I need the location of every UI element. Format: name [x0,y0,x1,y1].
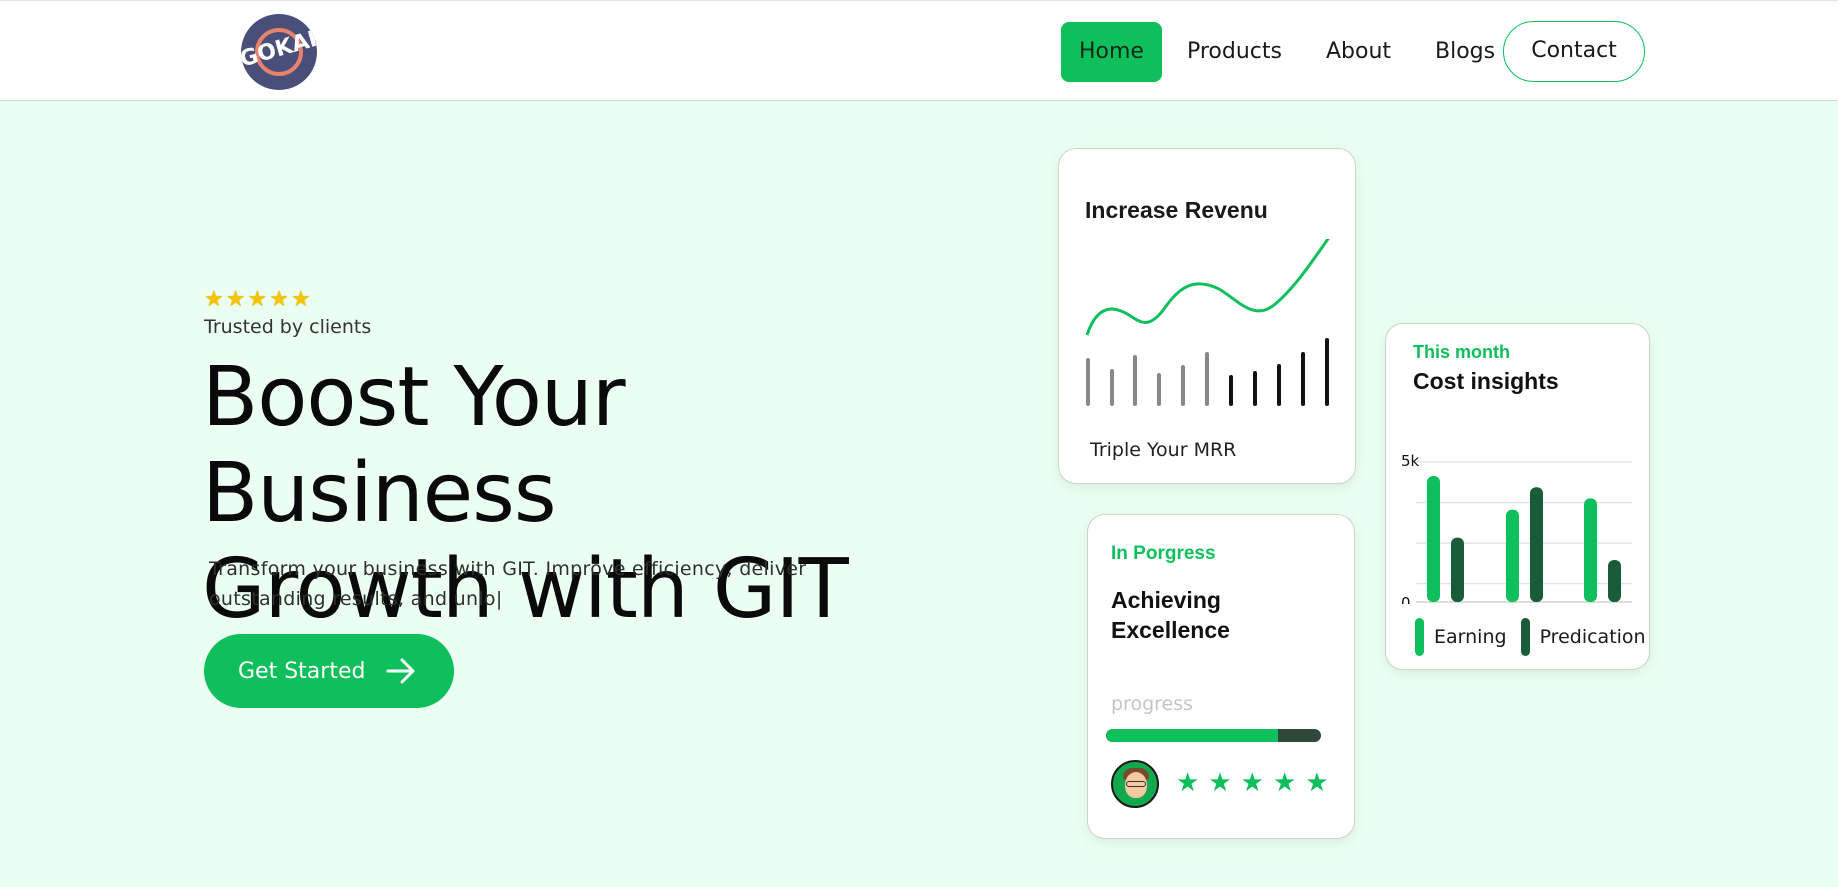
cost-card-title: Cost insights [1413,368,1559,394]
revenue-sparkline [1085,239,1330,406]
star-icon: ★ [1305,767,1329,797]
star-icon: ★ [269,286,289,311]
bar-earning-3 [1584,498,1597,602]
progress-card-eyebrow: In Porgress [1111,543,1216,564]
cost-bar-chart: 5k 0 [1401,452,1632,604]
progress-bar-fill [1106,729,1278,742]
bar-predication-1 [1451,537,1464,602]
contact-button[interactable]: Contact [1503,21,1645,82]
star-icon: ★ [1272,767,1297,797]
progress-label: progress [1111,693,1194,715]
legend-swatch-earning [1415,618,1424,656]
get-started-label: Get Started [238,658,366,684]
legend-predication: Predication [1520,618,1646,656]
progress-stars: ★ ★ ★ ★ ★ [1176,767,1329,797]
progress-card-title: Achieving Excellence [1111,587,1230,643]
nav-menu: Home Products About Blogs [1061,21,1513,82]
legend-earning: Earning [1415,618,1507,656]
progress-bar [1106,729,1321,742]
top-navbar: GOKAP Home Products About Blogs Contact [0,0,1838,101]
revenue-card-subtitle: Triple Your MRR [1090,439,1237,461]
nav-about[interactable]: About [1308,22,1409,82]
revenue-bars [1086,338,1329,406]
get-started-button[interactable]: Get Started [204,634,454,708]
revenue-card: Increase Revenu Triple Your MRR [1058,148,1356,484]
chart-legend: Earning Predication [1415,618,1660,656]
star-icon: ★ [204,286,224,311]
star-icon: ★ [247,286,268,311]
bar-predication-3 [1608,560,1621,602]
revenue-card-title: Increase Revenu [1085,197,1268,223]
chart-bars [1427,476,1621,602]
logo[interactable]: GOKAP [241,14,317,90]
legend-earning-label: Earning [1434,626,1507,648]
bar-predication-2 [1530,487,1543,602]
progress-card: In Porgress Achieving Excellence progres… [1087,514,1355,839]
bar-earning-1 [1427,476,1440,602]
nav-products[interactable]: Products [1169,22,1300,82]
nav-home[interactable]: Home [1061,21,1162,82]
y-axis-bottom-label: 0 [1401,594,1411,604]
hero-subtitle: Transform your business with GIT. Improv… [209,558,807,610]
bar-earning-2 [1506,509,1519,602]
star-icon: ★ [225,286,246,311]
avatar [1111,760,1159,808]
arrow-right-icon [386,658,415,684]
hero-title-line1: Boost Your Business [202,350,626,541]
legend-predication-label: Predication [1539,626,1646,648]
cost-insights-card: This month Cost insights 5k 0 Earning Pr… [1385,323,1650,670]
star-icon: ★ [1208,767,1232,797]
avatar-glasses [1126,781,1146,787]
y-axis-top-label: 5k [1401,452,1420,470]
cost-card-eyebrow: This month [1413,342,1510,362]
rating-stars: ★ ★ ★ ★ ★ [204,288,311,310]
star-icon: ★ [1176,767,1200,797]
star-icon: ★ [290,286,311,311]
trusted-text: Trusted by clients [204,316,372,338]
legend-swatch-predication [1520,618,1530,656]
nav-blogs[interactable]: Blogs [1417,22,1513,82]
revenue-line [1085,239,1330,336]
star-icon: ★ [1240,767,1264,797]
chart-grid [1416,461,1632,603]
